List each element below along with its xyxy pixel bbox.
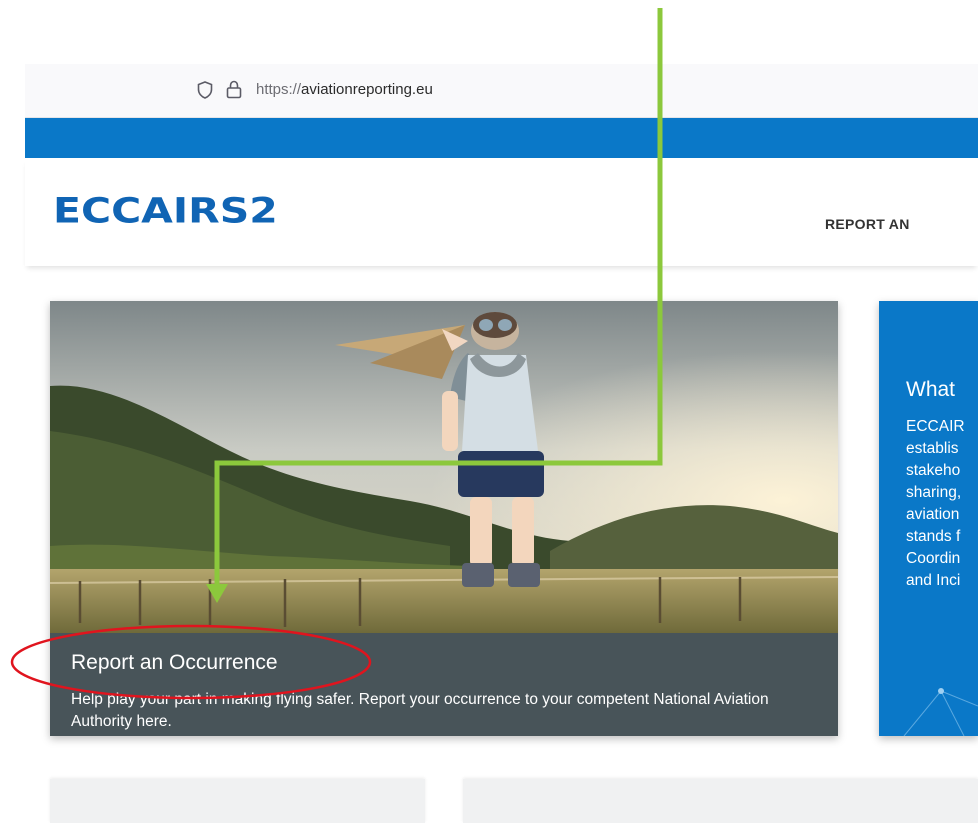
top-banner (25, 118, 978, 158)
site-header: ECCAIRS2 REPORT AN (25, 158, 978, 266)
what-line-4: sharing, (906, 484, 962, 501)
report-card-description: Help play your part in making flying saf… (71, 691, 769, 730)
browser-address-bar[interactable]: https://aviationreporting.eu (25, 64, 978, 118)
what-line-6: stands f (906, 528, 961, 545)
what-line-2: establis (906, 440, 959, 457)
what-is-eccairs-card[interactable]: What ECCAIR establis stakeho sharing, av… (879, 301, 978, 736)
url-host: aviationreporting.eu (301, 81, 433, 98)
site-logo[interactable]: ECCAIRS2 (53, 190, 278, 231)
bottom-card-left[interactable] (50, 779, 425, 823)
what-line-3: stakeho (906, 462, 961, 479)
hero-image-child-with-paper-plane (50, 301, 838, 633)
url-text[interactable]: https://aviationreporting.eu (256, 81, 433, 98)
network-graphic (903, 688, 978, 736)
what-line-8: and Inci (906, 572, 961, 589)
report-card-caption: Report an Occurrence Help play your part… (50, 633, 838, 736)
report-occurrence-card[interactable]: Report an Occurrence Help play your part… (50, 301, 838, 736)
bottom-card-right[interactable] (463, 779, 978, 823)
shield-icon[interactable] (197, 81, 213, 99)
what-line-5: aviation (906, 506, 960, 523)
url-scheme: https:// (256, 81, 302, 98)
what-line-1: ECCAIR (906, 418, 965, 435)
what-card-title: What (906, 378, 956, 401)
what-line-7: Coordin (906, 550, 961, 567)
lock-icon[interactable] (226, 80, 242, 99)
report-card-title[interactable]: Report an Occurrence (71, 651, 278, 675)
nav-report-an-occurrence[interactable]: REPORT AN (825, 216, 910, 232)
what-card-text: ECCAIR establis stakeho sharing, aviatio… (906, 416, 978, 592)
